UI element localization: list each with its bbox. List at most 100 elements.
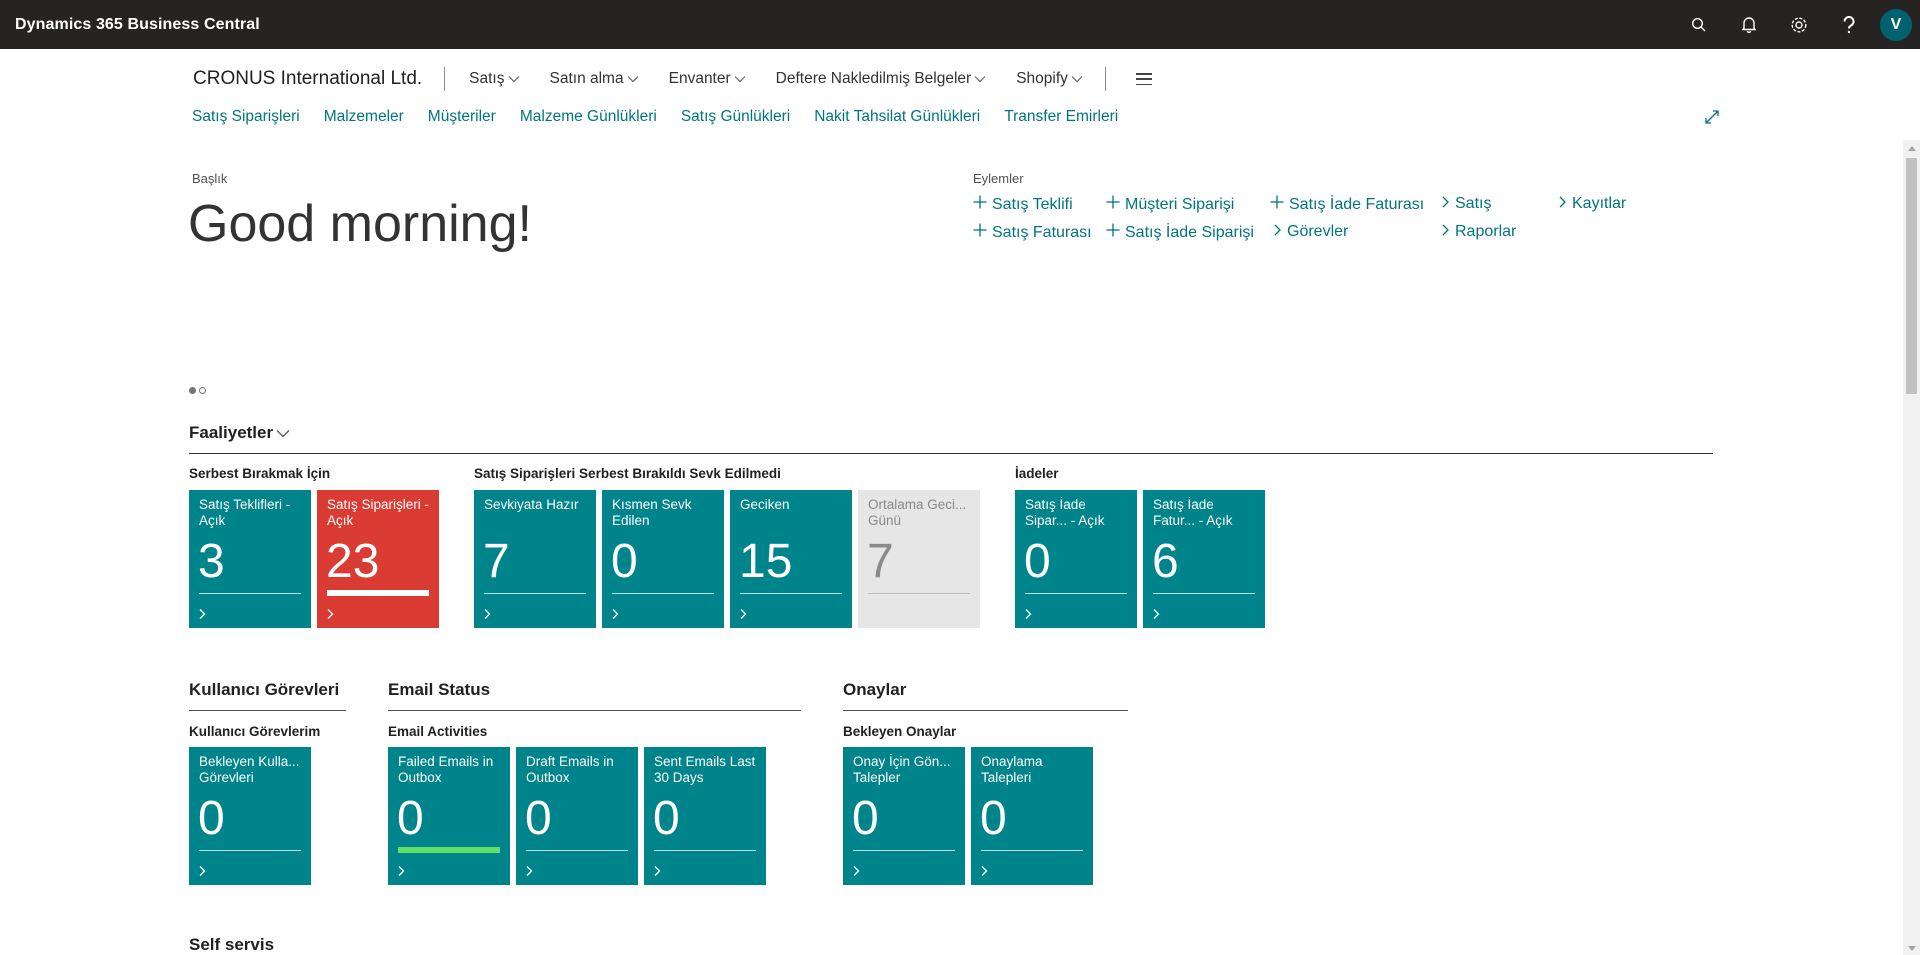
- action-satis-iade-faturasi[interactable]: Satış İade Faturası: [1270, 195, 1424, 214]
- action-gorevler[interactable]: Görevler: [1273, 223, 1348, 241]
- tile-satis-siparisleri-acik[interactable]: Satış Siparişleri - Açık 23: [317, 490, 439, 628]
- link-satis-gunlukleri[interactable]: Satış Günlükleri: [681, 108, 790, 126]
- tile-label: Draft Emails in Outbox: [526, 754, 614, 785]
- action-label: Raporlar: [1455, 223, 1517, 240]
- link-satis-siparisleri[interactable]: Satış Siparişleri: [192, 108, 300, 126]
- action-satis[interactable]: Satış: [1441, 195, 1491, 213]
- tile-label: Satış İade Fatur... - Açık: [1153, 497, 1233, 528]
- carousel-dot-2[interactable]: [199, 387, 206, 394]
- gear-icon[interactable]: [1774, 0, 1824, 49]
- user-tasks-divider: [189, 710, 346, 711]
- tile-value: 0: [397, 792, 424, 845]
- search-icon[interactable]: [1674, 0, 1724, 49]
- chevron-right-icon: [611, 607, 619, 625]
- tile-bekleyen-kullanici-gorevleri[interactable]: Bekleyen Kulla... Görevleri 0: [189, 747, 311, 885]
- approvals-title: Onaylar: [843, 680, 907, 699]
- action-satis-iade-siparisi[interactable]: Satış İade Siparişi: [1106, 223, 1254, 242]
- tile-draft-emails[interactable]: Draft Emails in Outbox 0: [516, 747, 638, 885]
- action-kayitlar[interactable]: Kayıtlar: [1558, 195, 1626, 213]
- tile-satis-iade-siparisleri-acik[interactable]: Satış İade Sipar... - Açık 0: [1015, 490, 1137, 628]
- chevron-right-icon: [852, 864, 860, 882]
- tile-value: 0: [980, 792, 1007, 845]
- tile-geciken[interactable]: Geciken 15: [730, 490, 852, 628]
- action-label: Satış Teklifi: [992, 195, 1073, 213]
- company-name[interactable]: CRONUS International Ltd.: [193, 68, 422, 90]
- chevron-right-icon: [483, 607, 491, 625]
- chevron-right-icon: [198, 864, 206, 882]
- nav-separator: [444, 67, 446, 91]
- tile-value: 7: [867, 535, 894, 588]
- quick-links: Satış Siparişleri Malzemeler Müşteriler …: [192, 108, 1142, 126]
- menu-deftere-nakledilmis[interactable]: Deftere Nakledilmiş Belgeler: [776, 70, 987, 88]
- carousel-dots: [189, 387, 206, 394]
- action-raporlar[interactable]: Raporlar: [1441, 223, 1516, 241]
- menu-satis[interactable]: Satış: [469, 70, 519, 88]
- tile-failed-emails[interactable]: Failed Emails in Outbox 0: [388, 747, 510, 885]
- tile-value: 15: [739, 535, 793, 588]
- chevron-right-icon: [198, 607, 206, 625]
- tile-label: Kısmen Sevk Edilen: [612, 497, 692, 528]
- expand-icon[interactable]: [1704, 109, 1720, 130]
- tile-divider: [199, 593, 301, 594]
- action-label: Görevler: [1287, 223, 1349, 240]
- menu-satin-alma[interactable]: Satın alma: [550, 70, 639, 88]
- link-nakit-tahsilat-gunlukleri[interactable]: Nakit Tahsilat Günlükleri: [814, 108, 980, 126]
- chevron-down-icon: [508, 70, 520, 88]
- activities-title: Faaliyetler: [189, 423, 274, 442]
- tile-ortalama-gecikme-gunu[interactable]: Ortalama Geci... Günü 7: [858, 490, 980, 628]
- user-tasks-group-title: Kullanıcı Görevlerim: [189, 724, 321, 739]
- menu-label: Shopify: [1016, 70, 1068, 87]
- scroll-up-arrow-icon[interactable]: [1908, 146, 1916, 151]
- app-title[interactable]: Dynamics 365 Business Central: [15, 16, 260, 34]
- nav-separator: [1104, 67, 1106, 91]
- menu-shopify[interactable]: Shopify: [1016, 70, 1083, 88]
- hamburger-menu-icon[interactable]: [1135, 73, 1152, 85]
- action-musteri-siparisi[interactable]: Müşteri Siparişi: [1106, 195, 1234, 214]
- link-malzemeler[interactable]: Malzemeler: [324, 108, 404, 126]
- tile-value: 0: [653, 792, 680, 845]
- bell-icon[interactable]: [1724, 0, 1774, 49]
- activities-section-header[interactable]: Faaliyetler: [189, 423, 290, 443]
- chevron-right-icon: [739, 607, 747, 625]
- carousel-dot-1[interactable]: [189, 387, 196, 394]
- user-avatar[interactable]: V: [1880, 8, 1912, 41]
- menu-label: Deftere Nakledilmiş Belgeler: [775, 70, 972, 87]
- action-satis-teklifi[interactable]: Satış Teklifi: [973, 195, 1073, 214]
- navigation-bar: CRONUS International Ltd. Satış Satın al…: [193, 64, 1152, 94]
- tile-value: 6: [1152, 535, 1179, 588]
- plus-icon: [1106, 195, 1120, 214]
- scrollbar-thumb[interactable]: [1906, 158, 1917, 394]
- tile-onay-icin-gonderilen[interactable]: Onay İçin Gön... Talepler 0: [843, 747, 965, 885]
- user-tasks-title: Kullanıcı Görevleri: [189, 680, 340, 699]
- tile-value: 0: [611, 535, 638, 588]
- plus-icon: [1106, 223, 1120, 242]
- chevron-right-icon: [653, 864, 661, 882]
- menu-label: Satın alma: [549, 70, 624, 87]
- tile-value: 0: [525, 792, 552, 845]
- tile-divider: [740, 593, 842, 594]
- scroll-down-arrow-icon[interactable]: [1908, 946, 1916, 951]
- actions-label: Eylemler: [973, 171, 1024, 186]
- tile-satis-teklifleri-acik[interactable]: Satış Teklifleri - Açık 3: [189, 490, 311, 628]
- tile-divider: [526, 850, 628, 851]
- chevron-down-icon: [974, 70, 986, 88]
- tile-label: Satış Siparişleri - Açık: [327, 497, 430, 528]
- email-activities-group-title: Email Activities: [388, 724, 488, 739]
- tile-satis-iade-faturalari-acik[interactable]: Satış İade Fatur... - Açık 6: [1143, 490, 1265, 628]
- tile-divider: [654, 850, 756, 851]
- tile-value: 0: [852, 792, 879, 845]
- help-icon[interactable]: [1824, 0, 1874, 49]
- tile-label: Satış İade Sipar... - Açık: [1025, 497, 1105, 528]
- action-satis-faturasi[interactable]: Satış Faturası: [973, 223, 1092, 242]
- tile-sent-emails[interactable]: Sent Emails Last 30 Days 0: [644, 747, 766, 885]
- group-title-serbest: Serbest Bırakmak İçin: [189, 466, 331, 481]
- tile-kismen-sevk-edilen[interactable]: Kısmen Sevk Edilen 0: [602, 490, 724, 628]
- plus-icon: [1270, 195, 1284, 214]
- chevron-down-icon: [734, 70, 746, 88]
- link-musteriler[interactable]: Müşteriler: [428, 108, 496, 126]
- tile-onaylama-talepleri[interactable]: Onaylama Talepleri 0: [971, 747, 1093, 885]
- tile-sevkiyata-hazir[interactable]: Sevkiyata Hazır 7: [474, 490, 596, 628]
- link-malzeme-gunlukleri[interactable]: Malzeme Günlükleri: [520, 108, 657, 126]
- link-transfer-emirleri[interactable]: Transfer Emirleri: [1004, 108, 1118, 126]
- menu-envanter[interactable]: Envanter: [669, 70, 746, 88]
